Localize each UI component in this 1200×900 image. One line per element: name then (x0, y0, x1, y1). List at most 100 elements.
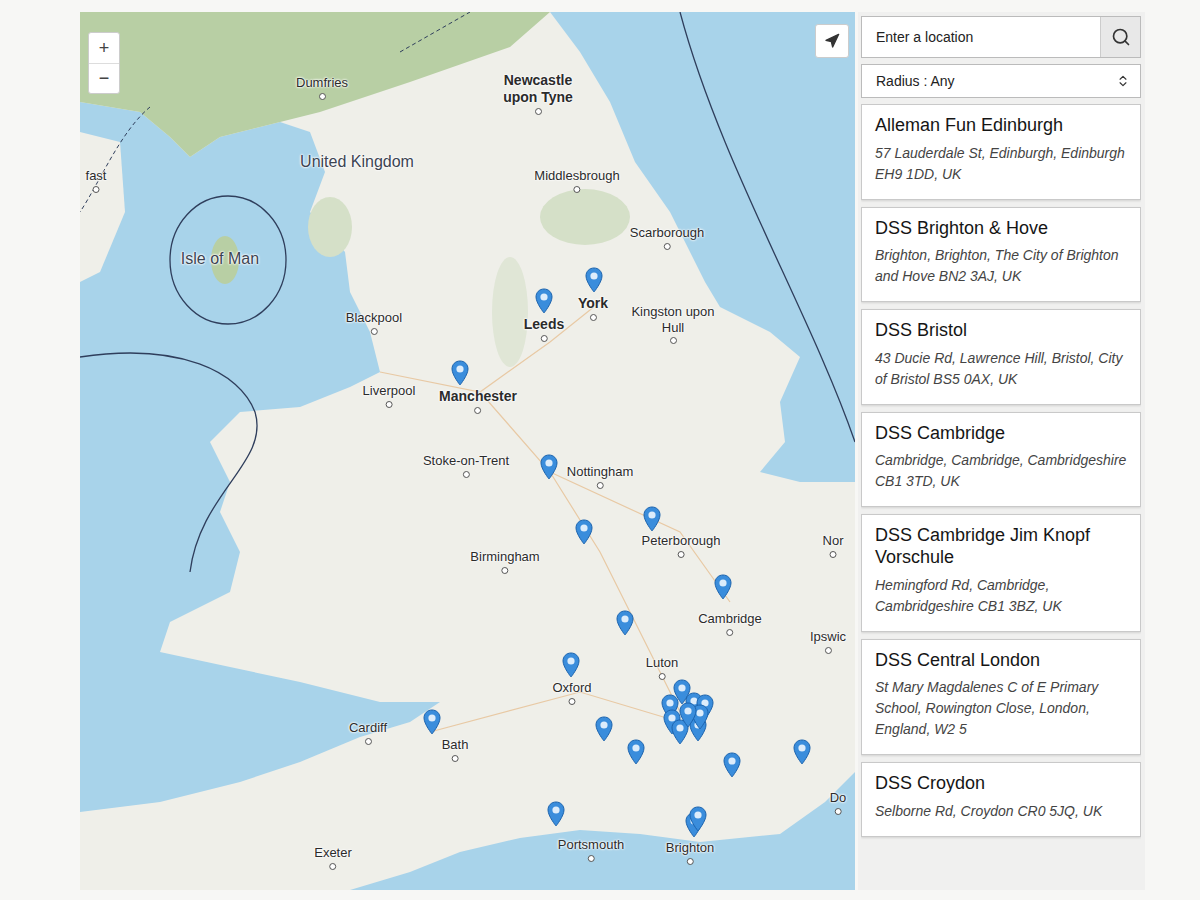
map-pin-icon[interactable] (535, 288, 553, 314)
school-name: DSS Cambridge Jim Knopf Vorschule (875, 525, 1128, 568)
city-label: Blackpool (346, 310, 402, 335)
chevrons-icon (1116, 74, 1130, 88)
city-dot (829, 551, 836, 558)
locate-button[interactable] (815, 24, 849, 58)
city-label: Newcastle upon Tyne (490, 72, 586, 115)
map-pin-icon[interactable] (423, 709, 441, 735)
map-pin-icon[interactable] (679, 702, 697, 728)
school-card[interactable]: DSS Cambridge Cambridge, Cambridge, Cambr… (861, 412, 1141, 508)
city-dot (365, 738, 372, 745)
city-label: York (578, 295, 608, 321)
map-pin-icon[interactable] (562, 652, 580, 678)
city-dot (727, 629, 734, 636)
city-label: Do (830, 790, 847, 815)
city-dot (574, 186, 581, 193)
map-pin-icon[interactable] (723, 752, 741, 778)
map-pin-icon[interactable] (540, 454, 558, 480)
city-dot (541, 335, 548, 342)
map-pin-icon[interactable] (451, 360, 469, 386)
school-address: 57 Lauderdale St, Edinburgh, Edinburgh E… (875, 143, 1128, 185)
city-dot (825, 647, 832, 654)
city-dot (385, 401, 392, 408)
city-label: Luton (646, 655, 679, 680)
school-address: St Mary Magdalenes C of E Primary School… (875, 677, 1128, 740)
city-dot (371, 328, 378, 335)
location-input[interactable]: Enter a location (862, 17, 1100, 57)
city-dot (568, 698, 575, 705)
school-name: DSS Bristol (875, 320, 1128, 342)
city-label: Birmingham (470, 549, 539, 574)
map-pin-icon[interactable] (575, 519, 593, 545)
city-label: Scarborough (630, 225, 704, 250)
city-label: Cambridge (698, 611, 762, 636)
navigation-arrow-icon (824, 33, 840, 49)
city-label: Oxford (552, 680, 591, 705)
city-dot (596, 482, 603, 489)
city-dot (678, 551, 685, 558)
city-dot (318, 93, 325, 100)
city-dot (462, 471, 469, 478)
school-card[interactable]: DSS Croydon Selborne Rd, Croydon CR0 5JQ,… (861, 762, 1141, 837)
map-pin-icon[interactable] (689, 806, 707, 832)
map[interactable]: Dumfries Newcastle upon Tyne United Kingdo… (80, 12, 855, 890)
city-label: Portsmouth (558, 837, 624, 862)
city-label: Nor (823, 533, 844, 558)
city-label: fast (86, 168, 107, 193)
city-dot (670, 337, 677, 344)
city-label: Kingston upon Hull (628, 304, 718, 344)
city-dot (475, 407, 482, 414)
school-card[interactable]: DSS Bristol 43 Ducie Rd, Lawrence Hill, B… (861, 309, 1141, 405)
region-label: Isle of Man (181, 249, 259, 268)
map-pin-icon[interactable] (616, 610, 634, 636)
school-name: DSS Croydon (875, 773, 1128, 795)
search-button[interactable] (1100, 17, 1140, 57)
city-label: Liverpool (363, 383, 416, 408)
map-pin-icon[interactable] (643, 506, 661, 532)
map-pin-icon[interactable] (585, 267, 603, 293)
map-pin-icon[interactable] (793, 739, 811, 765)
city-label: Stoke-on-Trent (423, 453, 509, 478)
school-card[interactable]: Alleman Fun Edinburgh 57 Lauderdale St, E… (861, 104, 1141, 200)
city-label: Dumfries (296, 75, 348, 100)
city-dot (658, 673, 665, 680)
school-card[interactable]: DSS Brighton & Hove Brighton, Brighton, T… (861, 207, 1141, 303)
city-label: Leeds (524, 316, 564, 342)
school-address: Selborne Rd, Croydon CR0 5JQ, UK (875, 801, 1128, 822)
city-dot (452, 755, 459, 762)
city-dot (329, 863, 336, 870)
city-dot (663, 243, 670, 250)
map-pin-icon[interactable] (595, 716, 613, 742)
school-address: Cambridge, Cambridge, Cambridgeshire CB1… (875, 450, 1128, 492)
zoom-control: +− (88, 32, 120, 94)
region-label: United Kingdom (300, 152, 414, 171)
radius-select[interactable]: Radius : Any (861, 64, 1141, 98)
school-name: DSS Brighton & Hove (875, 218, 1128, 240)
school-card[interactable]: DSS Central London St Mary Magdalenes C o… (861, 639, 1141, 756)
city-label: Cardiff (349, 720, 387, 745)
city-label: Middlesbrough (534, 168, 619, 193)
school-address: Brighton, Brighton, The City of Brighton… (875, 245, 1128, 287)
school-name: DSS Central London (875, 650, 1128, 672)
map-pin-icon[interactable] (714, 574, 732, 600)
search-icon (1111, 27, 1131, 47)
school-address: Hemingford Rd, Cambridge, Cambridgeshire… (875, 575, 1128, 617)
city-label: Peterborough (642, 533, 721, 558)
city-dot (535, 108, 542, 115)
map-pin-icon[interactable] (547, 801, 565, 827)
school-name: Alleman Fun Edinburgh (875, 115, 1128, 137)
school-address: 43 Ducie Rd, Lawrence Hill, Bristol, Cit… (875, 348, 1128, 390)
city-dot (501, 567, 508, 574)
city-dot (835, 808, 842, 815)
city-label: Ipswic (810, 629, 846, 654)
zoom-in-button[interactable]: + (89, 33, 119, 63)
city-dot (686, 858, 693, 865)
city-label: Brighton (666, 840, 714, 865)
zoom-out-button[interactable]: − (89, 63, 119, 93)
map-pin-icon[interactable] (627, 739, 645, 765)
school-name: DSS Cambridge (875, 423, 1128, 445)
city-dot (587, 855, 594, 862)
sidebar: Enter a location Radius : Any Alleman Fun … (858, 12, 1145, 890)
city-dot (590, 314, 597, 321)
city-label: Bath (442, 737, 469, 762)
school-card[interactable]: DSS Cambridge Jim Knopf Vorschule Hemingf… (861, 514, 1141, 631)
